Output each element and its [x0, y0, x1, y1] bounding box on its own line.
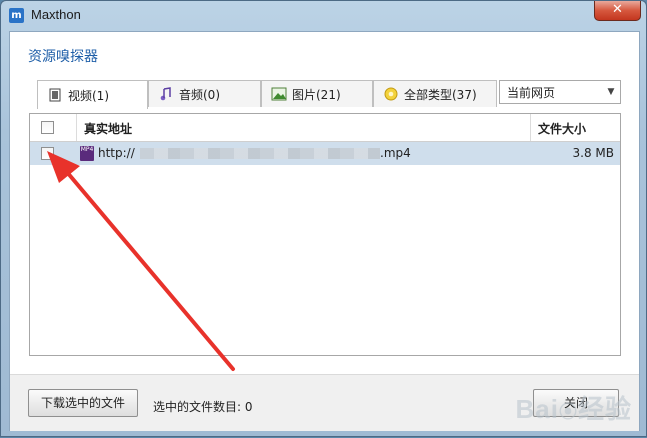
app-window: m Maxthon ✕ 资源嗅探器 视频(1) 音频(0) 图片(21) 全部类… — [0, 0, 647, 437]
tab-video-label: 视频(1) — [68, 88, 109, 103]
tab-video[interactable]: 视频(1) — [37, 80, 148, 109]
video-icon — [47, 87, 63, 103]
baidu-watermark: Bai⦿经验 — [515, 394, 632, 424]
annotation-arrow — [47, 151, 235, 371]
